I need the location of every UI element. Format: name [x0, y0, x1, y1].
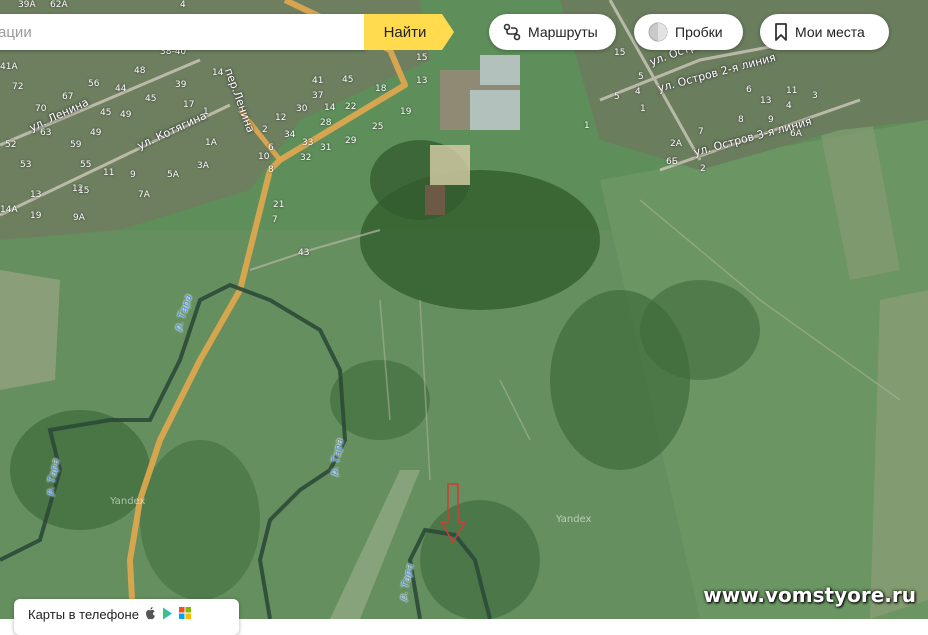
house-number: 12	[275, 113, 287, 123]
house-number: 15	[614, 48, 626, 58]
house-number: 1	[640, 104, 646, 114]
house-number: 1	[203, 107, 209, 117]
house-number: 67	[62, 92, 74, 102]
house-number: 1	[584, 121, 590, 131]
house-number: 45	[342, 75, 354, 85]
house-number: 13	[30, 190, 42, 200]
house-number: 4	[635, 87, 641, 97]
house-number: 5	[614, 92, 620, 102]
house-number: 59	[70, 140, 82, 150]
house-number: 39	[175, 80, 187, 90]
mobile-app-promo[interactable]: Карты в телефоне	[14, 599, 239, 635]
house-number: 55	[80, 160, 92, 170]
house-number: 4	[786, 101, 792, 111]
windows-icon	[178, 607, 191, 627]
house-number: 29	[345, 136, 357, 146]
house-number: 15	[416, 53, 428, 63]
house-number: 45	[100, 108, 112, 118]
my-places-button[interactable]: Мои места	[760, 14, 889, 50]
search-button[interactable]: Найти	[364, 14, 454, 50]
house-number: 41А	[0, 62, 18, 72]
house-number: 9	[130, 170, 136, 180]
house-number: 1А	[205, 138, 217, 148]
house-number: 2	[262, 125, 268, 135]
apple-icon	[145, 607, 156, 627]
house-number: 10	[258, 152, 270, 162]
house-number: 49	[120, 110, 132, 120]
house-number: 5	[638, 72, 644, 82]
house-number: 22	[345, 102, 357, 112]
house-number: 44	[115, 84, 127, 94]
house-number: 32	[300, 153, 312, 163]
house-number: 5А	[167, 170, 179, 180]
house-number: 9А	[73, 213, 85, 223]
promo-label: Карты в телефоне	[28, 607, 139, 622]
house-number: 7	[272, 215, 278, 225]
house-number: 43	[298, 248, 310, 258]
google-play-icon	[162, 607, 173, 627]
house-number: 72	[12, 82, 24, 92]
house-number: 31	[320, 143, 332, 153]
house-number: 53	[20, 160, 32, 170]
house-number: 13	[760, 96, 772, 106]
map-watermark: Yandex	[110, 496, 146, 507]
house-number: 63	[40, 128, 52, 138]
map-watermark: Yandex	[556, 514, 592, 525]
house-number: 6Б	[666, 157, 678, 167]
search-box	[0, 14, 366, 50]
house-number: 52	[5, 140, 17, 150]
traffic-button[interactable]: Пробки	[634, 14, 743, 50]
routes-label: Маршруты	[528, 24, 598, 40]
house-number: 34	[284, 130, 296, 140]
house-number: 8	[268, 165, 274, 175]
house-number: 56	[88, 79, 100, 89]
house-number: 4	[180, 0, 186, 10]
house-number: 15	[78, 186, 90, 196]
house-number: 70	[35, 104, 47, 114]
house-number: 41	[312, 76, 324, 86]
search-input[interactable]	[0, 14, 366, 50]
house-number: 2А	[670, 139, 682, 149]
house-number: 18	[375, 84, 387, 94]
house-number: 9	[768, 115, 774, 125]
house-number: 2	[700, 164, 706, 174]
house-number: 49	[90, 128, 102, 138]
house-number: 14	[212, 68, 224, 78]
house-number: 30	[296, 104, 308, 114]
house-number: 39А	[18, 0, 36, 10]
house-number: 7	[698, 127, 704, 137]
house-number: 62А	[50, 0, 68, 10]
house-number: 13	[416, 76, 428, 86]
house-number: 7А	[138, 190, 150, 200]
house-number: 45	[145, 94, 157, 104]
house-number: 6	[746, 85, 752, 95]
bookmark-icon	[774, 23, 788, 41]
house-number: 3	[812, 91, 818, 101]
house-number: 6А	[790, 129, 802, 139]
house-number: 11	[103, 168, 115, 178]
house-number: 21	[273, 200, 285, 210]
house-number: 17	[183, 100, 195, 110]
house-number: 25	[372, 122, 384, 132]
traffic-icon	[648, 22, 668, 42]
routes-button[interactable]: Маршруты	[489, 14, 616, 50]
house-number: 8	[738, 115, 744, 125]
house-number: 33	[302, 138, 314, 148]
traffic-label: Пробки	[675, 24, 723, 40]
house-number: 19	[400, 107, 412, 117]
house-number: 19	[30, 211, 42, 221]
house-number: 14	[324, 103, 336, 113]
satellite-map[interactable]: пер.Ленина ул. Ленина ул. Котягина ул. О…	[0, 0, 928, 619]
house-number: 3А	[197, 161, 209, 171]
house-number: 48	[134, 66, 146, 76]
route-icon	[503, 23, 521, 41]
house-number: 11	[786, 86, 798, 96]
house-number: 37	[312, 91, 324, 101]
house-number: 28	[320, 118, 332, 128]
site-watermark: www.vomstyore.ru	[703, 583, 916, 607]
house-number: 14А	[0, 205, 18, 215]
my-places-label: Мои места	[795, 24, 865, 40]
